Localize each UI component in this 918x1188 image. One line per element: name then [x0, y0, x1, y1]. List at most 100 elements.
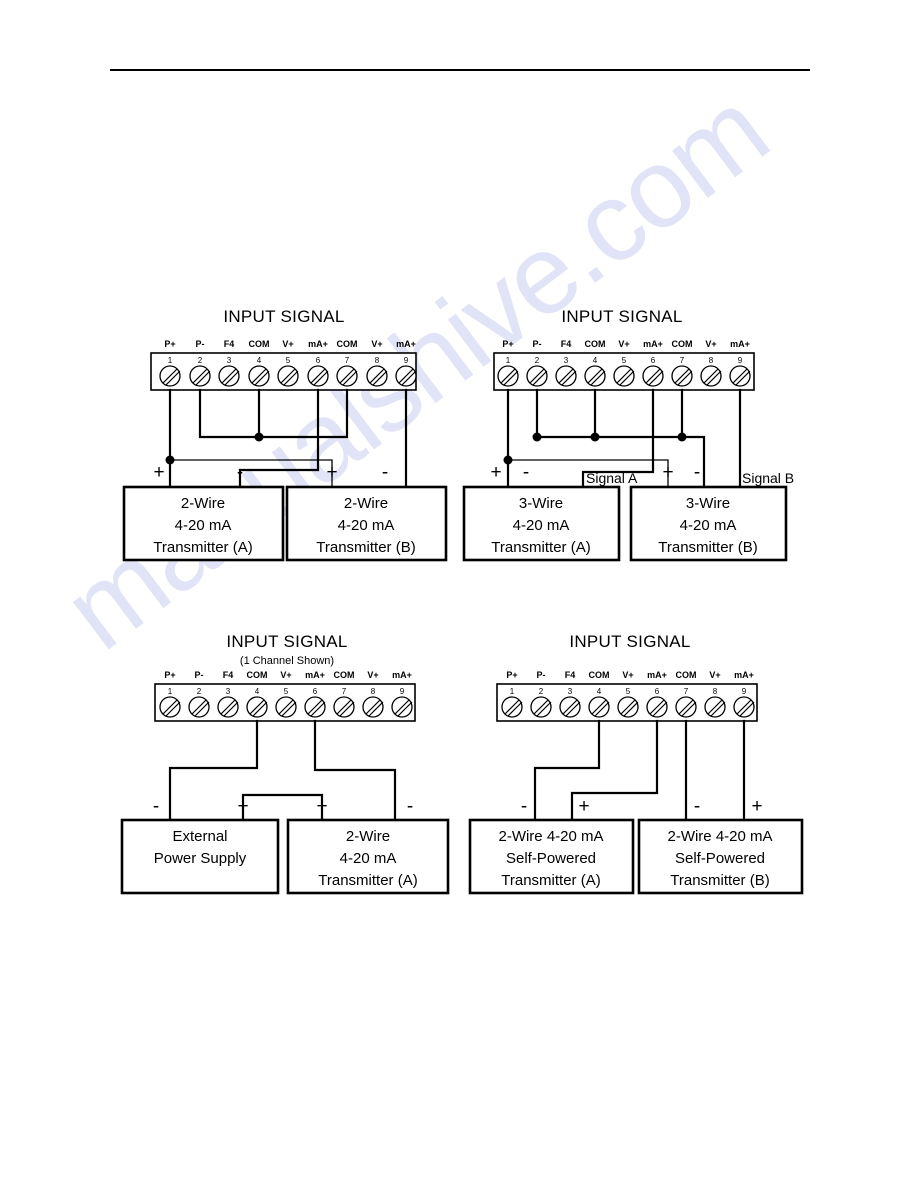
- screw-icon: [588, 696, 610, 718]
- terminal-number-1: 1: [510, 687, 515, 696]
- device-box-line: Transmitter (B): [658, 539, 757, 556]
- screw-icon: [497, 365, 519, 387]
- terminal-number-8: 8: [371, 687, 376, 696]
- device-box-line: Self-Powered: [675, 850, 765, 867]
- wiring: [165, 388, 408, 489]
- device-box-line: 3-Wire: [686, 495, 730, 512]
- device-box-line: Transmitter (A): [318, 872, 417, 889]
- device-box-line: 2-Wire: [181, 495, 225, 512]
- terminal-label-7: COM: [337, 339, 358, 349]
- screw-icon: [218, 365, 240, 387]
- device-box-transmitter-a[interactable]: 3-Wire 4-20 mA Transmitter (A): [462, 485, 621, 562]
- device-box-transmitter-a[interactable]: 2-Wire 4-20 mA Self-Powered Transmitter …: [468, 818, 635, 895]
- polarity-mark: -: [523, 462, 529, 483]
- screw-icon: [277, 365, 299, 387]
- terminal-number-8: 8: [709, 356, 714, 365]
- device-box-line: 2-Wire: [346, 828, 390, 845]
- terminal-number-9: 9: [400, 687, 405, 696]
- device-box-line: 2-Wire 4-20 mA: [498, 828, 603, 845]
- terminal-label-6: mA+: [647, 670, 667, 680]
- terminal-label-3: F4: [565, 670, 576, 680]
- terminal-number-5: 5: [284, 687, 289, 696]
- polarity-mark: +: [751, 796, 762, 817]
- terminal-label-1: P+: [164, 670, 175, 680]
- terminal-label-9: mA+: [392, 670, 412, 680]
- device-box-line: Transmitter (B): [316, 539, 415, 556]
- terminal-label-5: V+: [280, 670, 291, 680]
- terminal-label-8: V+: [371, 339, 382, 349]
- screw-icon: [189, 365, 211, 387]
- terminal-number-5: 5: [626, 687, 631, 696]
- device-box-power-supply[interactable]: External Power Supply: [120, 818, 280, 895]
- screw-icon: [700, 365, 722, 387]
- terminal-number-9: 9: [738, 356, 743, 365]
- screw-icon: [246, 696, 268, 718]
- terminal-number-7: 7: [345, 356, 350, 365]
- terminal-label-row: P+ P- F4 COM V+ mA+ COM V+ mA+: [502, 339, 750, 349]
- terminal-number-3: 3: [564, 356, 569, 365]
- polarity-mark: -: [237, 462, 243, 483]
- screw-terminal-group[interactable]: [501, 696, 755, 718]
- terminal-label-8: V+: [367, 670, 378, 680]
- polarity-mark: +: [490, 462, 501, 483]
- device-box-transmitter-a[interactable]: 2-Wire 4-20 mA Transmitter (A): [286, 818, 450, 895]
- wire-junction-dot: [165, 455, 175, 465]
- device-box-transmitter-b[interactable]: 2-Wire 4-20 mA Transmitter (B): [285, 485, 448, 562]
- terminal-number-8: 8: [713, 687, 718, 696]
- device-box-line: External: [172, 828, 227, 845]
- terminal-number-3: 3: [226, 687, 231, 696]
- terminal-label-row: P+ P- F4 COM V+ mA+ COM V+ mA+: [164, 670, 412, 680]
- terminal-label-7: COM: [676, 670, 697, 680]
- terminal-number-6: 6: [316, 356, 321, 365]
- terminal-label-4: COM: [249, 339, 270, 349]
- terminal-number-9: 9: [742, 687, 747, 696]
- device-box-transmitter-a[interactable]: 2-Wire 4-20 mA Transmitter (A): [122, 485, 285, 562]
- device-box-transmitter-b[interactable]: 2-Wire 4-20 mA Self-Powered Transmitter …: [637, 818, 804, 895]
- polarity-mark: +: [578, 796, 589, 817]
- diagram-title: INPUT SIGNAL: [223, 307, 344, 326]
- terminal-number-6: 6: [651, 356, 656, 365]
- device-box-line: 4-20 mA: [175, 517, 232, 534]
- terminal-label-7: COM: [334, 670, 355, 680]
- screw-terminal-group[interactable]: [159, 696, 413, 718]
- terminal-number-2: 2: [535, 356, 540, 365]
- screw-icon: [275, 696, 297, 718]
- screw-icon: [559, 696, 581, 718]
- terminal-label-5: V+: [622, 670, 633, 680]
- terminal-label-row: P+ P- F4 COM V+ mA+ COM V+ mA+: [506, 670, 754, 680]
- device-box-transmitter-b[interactable]: 3-Wire 4-20 mA Transmitter (B): [629, 485, 788, 562]
- screw-terminal-group[interactable]: [497, 365, 751, 387]
- terminal-label-2: P-: [537, 670, 546, 680]
- terminal-number-2: 2: [198, 356, 203, 365]
- screw-terminal-group[interactable]: [159, 365, 417, 387]
- terminal-number-3: 3: [568, 687, 573, 696]
- polarity-mark: +: [153, 462, 164, 483]
- screw-icon: [555, 365, 577, 387]
- terminal-label-1: P+: [502, 339, 513, 349]
- screw-icon: [391, 696, 413, 718]
- diagram-title: INPUT SIGNAL: [561, 307, 682, 326]
- screw-icon: [526, 365, 548, 387]
- screw-icon: [617, 696, 639, 718]
- device-box-line: 4-20 mA: [340, 850, 397, 867]
- screw-icon: [501, 696, 523, 718]
- terminal-label-8: V+: [705, 339, 716, 349]
- terminal-label-5: V+: [618, 339, 629, 349]
- terminal-number-1: 1: [168, 687, 173, 696]
- wiring: [168, 719, 397, 822]
- diagram-subtitle: (1 Channel Shown): [240, 655, 334, 667]
- terminal-label-4: COM: [589, 670, 610, 680]
- diagram-external-power-supply: INPUT SIGNAL (1 Channel Shown) P+ P- F4 …: [120, 632, 450, 895]
- diagram-title: INPUT SIGNAL: [569, 632, 690, 651]
- device-box-line: 2-Wire: [344, 495, 388, 512]
- terminal-label-2: P-: [533, 339, 542, 349]
- screw-icon: [671, 365, 693, 387]
- wiring-jumper: [241, 793, 324, 822]
- device-box-line: 4-20 mA: [680, 517, 737, 534]
- terminal-label-1: P+: [506, 670, 517, 680]
- screw-icon: [646, 696, 668, 718]
- terminal-label-1: P+: [164, 339, 175, 349]
- terminal-number-5: 5: [286, 356, 291, 365]
- screw-icon: [304, 696, 326, 718]
- terminal-number-2: 2: [539, 687, 544, 696]
